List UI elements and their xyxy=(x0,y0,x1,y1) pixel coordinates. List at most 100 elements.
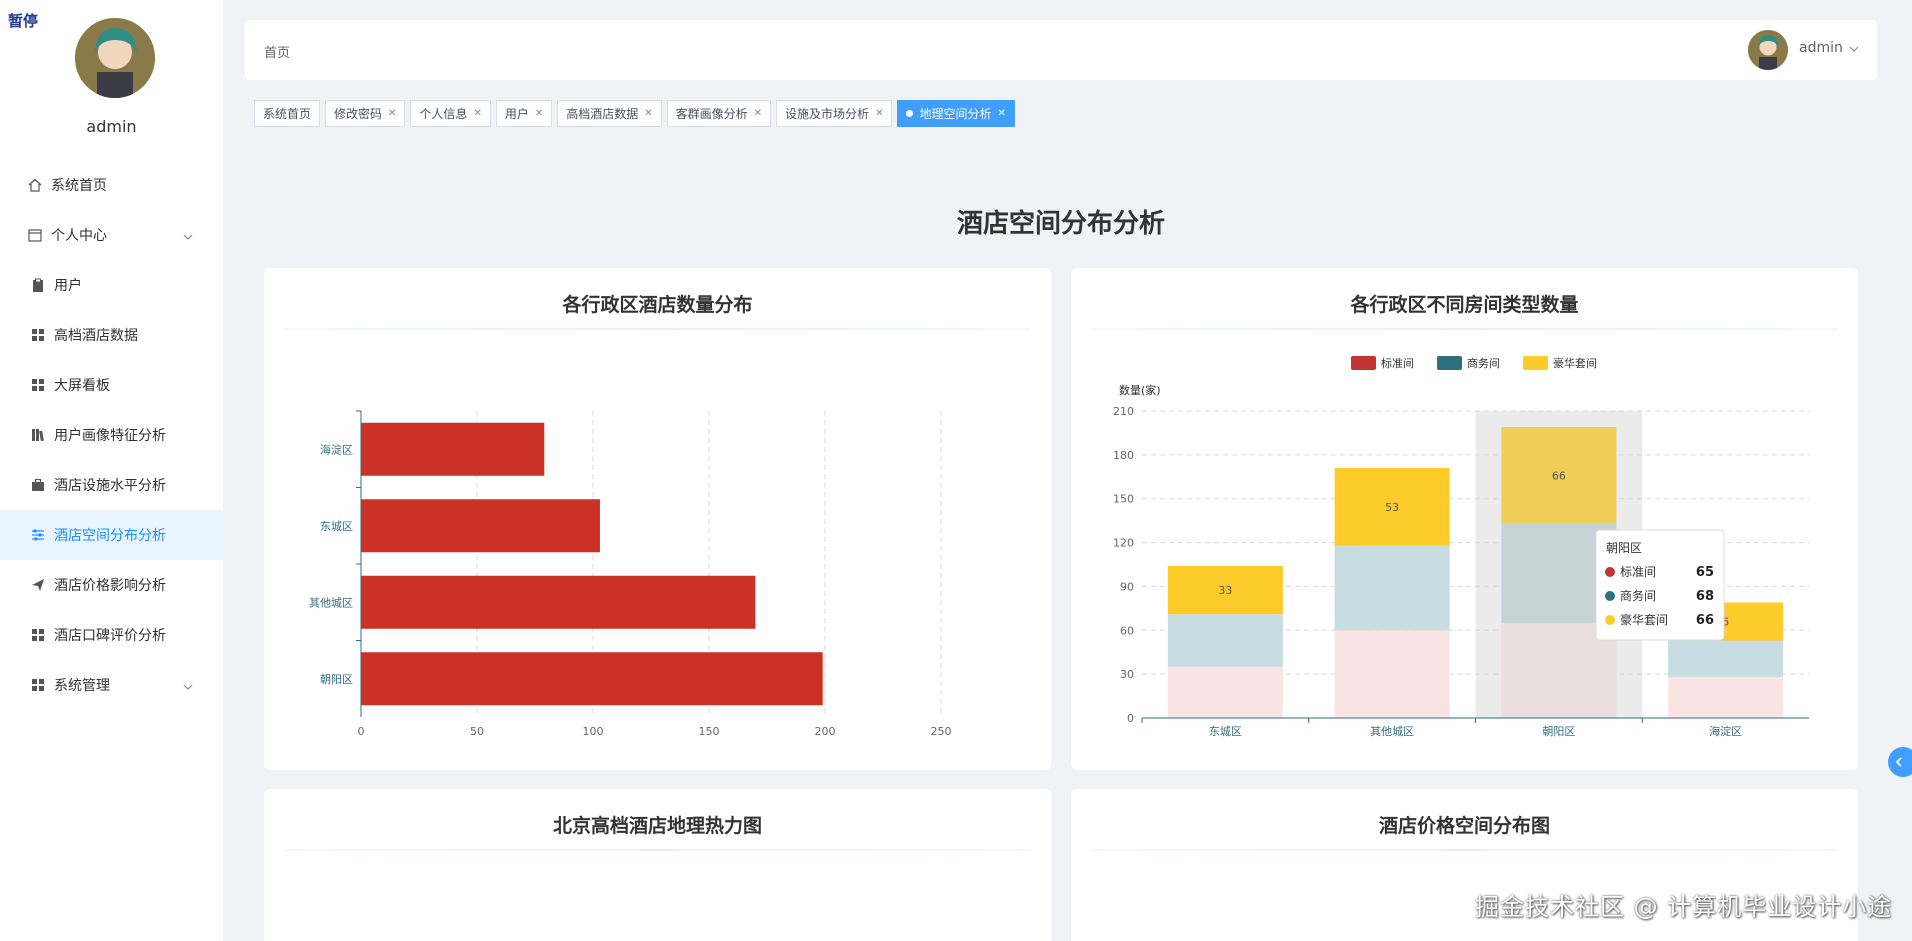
category-label: 朝阳区 xyxy=(1542,725,1575,738)
briefcase-icon xyxy=(30,477,46,493)
clipboard-icon xyxy=(30,277,46,293)
close-icon[interactable]: ✕ xyxy=(997,108,1005,119)
stacked-bar-segment xyxy=(1167,614,1283,667)
card-heatmap: 北京高档酒店地理热力图 xyxy=(264,789,1051,941)
sidebar-item-facility[interactable]: 酒店设施水平分析 xyxy=(0,460,223,510)
hotel-count-chart: 0 50 100 150 200 250 海淀区东城区其他城区朝阳区 xyxy=(309,410,952,738)
sidebar-item-user-portrait[interactable]: 用户画像特征分析 xyxy=(0,410,223,460)
chevron-down-icon xyxy=(183,678,193,694)
sidebar-item-personal-center[interactable]: 个人中心 xyxy=(0,210,223,260)
tags-view: 系统首页 修改密码 ✕ 个人信息 ✕ 用户 ✕ 高档酒店数据 ✕ 客群画像分析 ✕ 设施及… xyxy=(254,100,1015,127)
tag-change-password[interactable]: 修改密码 ✕ xyxy=(325,100,406,127)
sidebar-username: admin xyxy=(86,117,137,136)
tooltip-value: 65 xyxy=(1696,565,1714,580)
home-icon xyxy=(27,177,43,193)
tag-label: 个人信息 xyxy=(419,107,468,121)
tooltip-marker xyxy=(1605,567,1615,577)
header-avatar[interactable] xyxy=(1748,30,1788,70)
sidebar-item-home[interactable]: 系统首页 xyxy=(0,160,223,210)
tooltip-series-name: 豪华套间 xyxy=(1620,612,1668,627)
tag-label: 客群画像分析 xyxy=(675,107,748,121)
tick-label: 120 xyxy=(1113,537,1134,550)
category-label: 其他城区 xyxy=(309,596,353,609)
sidebar-item-label: 个人中心 xyxy=(51,228,107,244)
tooltip-marker xyxy=(1605,615,1615,625)
tag-label: 修改密码 xyxy=(334,107,383,121)
tick-label: 50 xyxy=(470,725,484,738)
tick-label: 0 xyxy=(1127,712,1134,725)
sidebar-item-label: 大屏看板 xyxy=(54,378,110,394)
books-icon xyxy=(30,427,46,443)
tag-label: 高档酒店数据 xyxy=(566,107,639,121)
close-icon[interactable]: ✕ xyxy=(754,108,762,119)
card-divider xyxy=(1091,849,1838,851)
avatar[interactable] xyxy=(75,18,155,98)
tooltip-series-name: 标准间 xyxy=(1620,565,1656,579)
tooltip-value: 68 xyxy=(1696,589,1714,604)
tag-customer-portrait[interactable]: 客群画像分析 ✕ xyxy=(666,100,772,127)
tick-label: 150 xyxy=(1113,493,1134,506)
grid-icon xyxy=(30,327,46,343)
sidebar-item-label: 高档酒店数据 xyxy=(54,328,138,344)
y-axis-title: 数量(家) xyxy=(1119,383,1161,397)
top-header: 首页 admin xyxy=(245,20,1877,80)
sidebar-item-users[interactable]: 用户 xyxy=(0,260,223,310)
tag-profile[interactable]: 个人信息 ✕ xyxy=(410,100,491,127)
grid-icon xyxy=(30,677,46,693)
category-label: 其他城区 xyxy=(1370,725,1414,738)
user-dropdown[interactable]: admin xyxy=(1799,40,1859,56)
close-icon[interactable]: ✕ xyxy=(875,108,883,119)
bar xyxy=(361,652,823,706)
sidebar-item-label: 酒店口碑评价分析 xyxy=(54,628,166,644)
tag-label: 设施及市场分析 xyxy=(785,107,870,121)
tick-label: 100 xyxy=(583,725,604,738)
tag-label: 地理空间分析 xyxy=(919,107,992,121)
bar xyxy=(361,499,600,553)
legend-swatch xyxy=(1437,356,1462,370)
sidebar-item-hotel-data[interactable]: 高档酒店数据 xyxy=(0,310,223,360)
sidebar-item-label: 系统管理 xyxy=(54,678,110,694)
data-label: 53 xyxy=(1385,501,1399,514)
stacked-bar-segment xyxy=(1334,545,1450,631)
tick-label: 60 xyxy=(1120,624,1134,637)
bar xyxy=(361,422,545,476)
sidebar-item-label: 酒店设施水平分析 xyxy=(54,478,166,494)
stacked-bar-segment xyxy=(1167,666,1283,718)
card-title: 北京高档酒店地理热力图 xyxy=(552,815,762,837)
sidebar-item-reputation[interactable]: 酒店口碑评价分析 xyxy=(0,610,223,660)
sidebar-item-spatial[interactable]: 酒店空间分布分析 xyxy=(0,510,223,560)
stacked-bar-segment xyxy=(1668,677,1784,718)
tick-label: 210 xyxy=(1113,405,1134,418)
tag-geo-spatial[interactable]: 地理空间分析 ✕ xyxy=(897,100,1015,127)
sidebar-item-dashboard[interactable]: 大屏看板 xyxy=(0,360,223,410)
tag-home[interactable]: 系统首页 xyxy=(254,100,321,127)
data-label: 33 xyxy=(1218,584,1232,597)
close-icon[interactable]: ✕ xyxy=(644,108,652,119)
tag-users[interactable]: 用户 ✕ xyxy=(495,100,553,127)
sidebar-item-label: 用户 xyxy=(54,278,82,294)
tag-hotel-data[interactable]: 高档酒店数据 ✕ xyxy=(557,100,662,127)
pause-label[interactable]: 暂停 xyxy=(8,10,38,31)
collapse-panel-button[interactable] xyxy=(1888,747,1912,777)
data-label: 66 xyxy=(1552,469,1566,482)
close-icon[interactable]: ✕ xyxy=(535,108,543,119)
sidebar-item-label: 酒店空间分布分析 xyxy=(54,528,166,544)
close-icon[interactable]: ✕ xyxy=(388,108,396,119)
tick-label: 180 xyxy=(1113,449,1134,462)
header-username: admin xyxy=(1799,40,1843,56)
tick-label: 200 xyxy=(815,725,836,738)
tag-facility-market[interactable]: 设施及市场分析 ✕ xyxy=(776,100,893,127)
stacked-bar-segment xyxy=(1668,640,1784,678)
breadcrumb[interactable]: 首页 xyxy=(264,42,290,61)
sidebar-item-label: 用户画像特征分析 xyxy=(54,428,166,444)
grid-icon xyxy=(30,377,46,393)
close-icon[interactable]: ✕ xyxy=(473,108,481,119)
sidebar-item-system[interactable]: 系统管理 xyxy=(0,660,223,710)
chevron-down-icon xyxy=(183,228,193,244)
tooltip-title: 朝阳区 xyxy=(1606,541,1642,555)
chevron-down-icon xyxy=(1849,40,1859,56)
category-label: 朝阳区 xyxy=(320,673,353,686)
sidebar-item-price[interactable]: 酒店价格影响分析 xyxy=(0,560,223,610)
stacked-bar-segment xyxy=(1334,630,1450,718)
card-room-type: 各行政区不同房间类型数量 标准间 商务间 豪华套间 数量(家) 0 30 60 90 120 15… xyxy=(1071,268,1858,770)
